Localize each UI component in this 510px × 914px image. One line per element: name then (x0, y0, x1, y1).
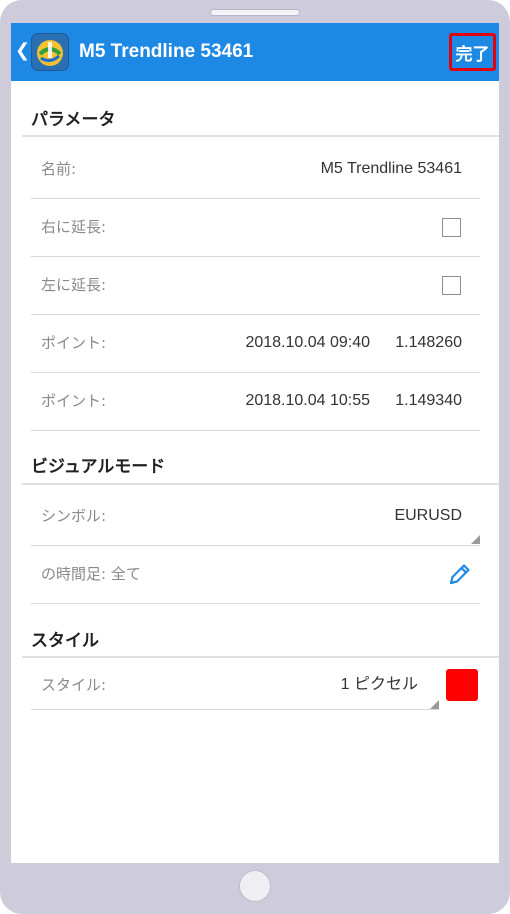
symbol-value[interactable]: EURUSD (394, 488, 462, 544)
point1-row[interactable]: ポイント: 2018.10.04 09:40 1.148260 (31, 315, 480, 373)
section-divider (22, 483, 499, 485)
name-row[interactable]: 名前: M5 Trendline 53461 (31, 141, 480, 199)
style-label: スタイル: (41, 676, 107, 694)
metatrader-logo-icon[interactable] (31, 33, 69, 71)
name-label: 名前: (41, 160, 77, 178)
app-bar: ❮ M5 Trendline 53461 完了 (11, 23, 499, 81)
point2-label: ポイント: (41, 392, 107, 410)
section-divider (22, 135, 499, 137)
device-frame: ❮ M5 Trendline 53461 完了 パラメータ 名前: M5 Tre… (0, 0, 510, 914)
extend-left-label: 左に延長: (41, 276, 107, 294)
point1-price[interactable]: 1.148260 (395, 315, 462, 371)
section-title-parameters: パラメータ (31, 110, 116, 130)
extend-right-label: 右に延長: (41, 218, 107, 236)
speaker-grille (210, 9, 300, 16)
extend-left-row[interactable]: 左に延長: (31, 257, 480, 315)
timeframes-row[interactable]: の時間足: 全て (31, 546, 480, 604)
pencil-icon[interactable] (447, 561, 473, 587)
extend-right-row[interactable]: 右に延長: (31, 199, 480, 257)
point1-time[interactable]: 2018.10.04 09:40 (245, 315, 370, 371)
point2-row[interactable]: ポイント: 2018.10.04 10:55 1.149340 (31, 373, 480, 431)
timeframes-label: の時間足: 全て (41, 565, 141, 583)
color-swatch[interactable] (446, 669, 478, 701)
style-value[interactable]: 1 ピクセル (341, 661, 418, 709)
home-button[interactable] (239, 870, 271, 902)
extend-right-checkbox[interactable] (442, 218, 461, 237)
point1-label: ポイント: (41, 334, 107, 352)
extend-left-checkbox[interactable] (442, 276, 461, 295)
style-row[interactable]: スタイル: 1 ピクセル (31, 661, 480, 710)
dropdown-indicator-icon[interactable] (430, 700, 439, 709)
symbol-label: シンボル: (41, 507, 107, 525)
chevron-left-icon[interactable]: ❮ (15, 40, 30, 62)
page-title: M5 Trendline 53461 (79, 41, 254, 62)
style-row-divider (31, 709, 439, 710)
screen: ❮ M5 Trendline 53461 完了 パラメータ 名前: M5 Tre… (11, 23, 499, 863)
point2-time[interactable]: 2018.10.04 10:55 (245, 373, 370, 429)
section-title-style: スタイル (31, 631, 99, 651)
dropdown-indicator-icon[interactable] (471, 535, 480, 544)
section-divider (22, 656, 499, 658)
symbol-row[interactable]: シンボル: EURUSD (31, 488, 480, 546)
name-value[interactable]: M5 Trendline 53461 (321, 141, 462, 197)
done-button[interactable]: 完了 (449, 33, 496, 71)
point2-price[interactable]: 1.149340 (395, 373, 462, 429)
section-title-visual: ビジュアルモード (31, 457, 166, 477)
